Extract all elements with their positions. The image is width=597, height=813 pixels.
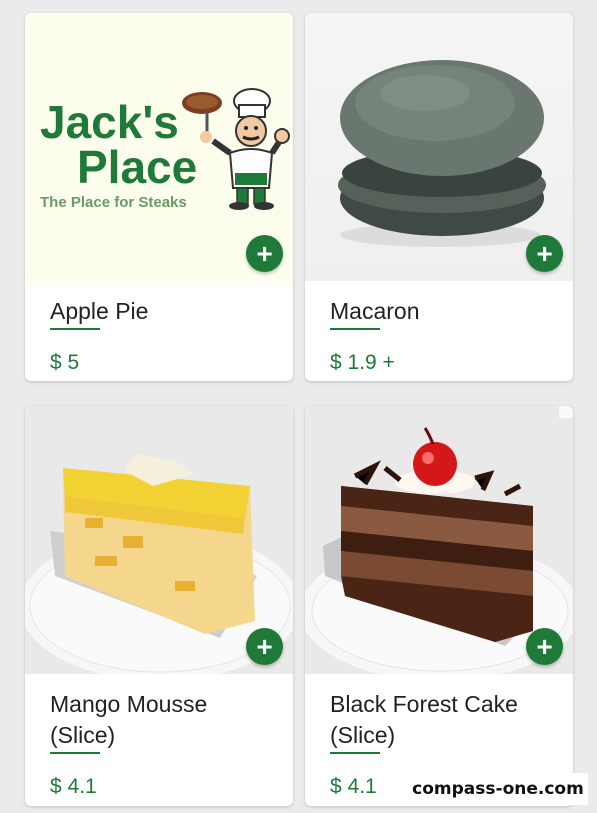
add-to-cart-button[interactable]: +: [526, 235, 563, 272]
product-name: Mango Mousse (Slice): [50, 689, 277, 751]
name-underline: [330, 328, 380, 330]
product-price: $ 1.9 +: [330, 351, 395, 374]
product-name: Black Forest Cake (Slice): [330, 689, 557, 751]
product-name-line2: (Slice): [330, 722, 396, 748]
name-underline: [330, 752, 380, 754]
add-to-cart-button[interactable]: +: [246, 628, 283, 665]
product-name-line2: (Slice): [50, 722, 116, 748]
product-price: $ 4.1: [50, 775, 97, 798]
name-underline: [50, 328, 100, 330]
product-name-line1: Macaron: [330, 298, 420, 324]
add-to-cart-button[interactable]: +: [246, 235, 283, 272]
logo-tagline: The Place for Steaks: [40, 194, 187, 211]
plus-icon: +: [256, 630, 273, 662]
product-card-apple-pie[interactable]: Jack's Place The Place for Steaks + Appl…: [25, 13, 293, 381]
product-card-mango-mousse[interactable]: + Mango Mousse (Slice) $ 4.1: [25, 406, 293, 806]
name-underline: [50, 752, 100, 754]
product-name-line1: Apple Pie: [50, 298, 149, 324]
product-price: $ 5: [50, 351, 80, 374]
plus-icon: +: [536, 237, 553, 269]
chef-mascot-icon: [182, 88, 290, 210]
product-name-line1: Mango Mousse: [50, 691, 208, 717]
product-price: $ 4.1: [330, 775, 377, 798]
plus-icon: +: [256, 237, 273, 269]
watermark-label: compass-one.com: [408, 773, 588, 805]
plus-icon: +: [536, 630, 553, 662]
logo-text-place: Place: [77, 141, 197, 193]
product-name-line1: Black Forest Cake: [330, 691, 518, 717]
product-name: Apple Pie: [50, 296, 277, 327]
add-to-cart-button[interactable]: +: [526, 628, 563, 665]
product-card-macaron[interactable]: + Macaron $ 1.9 +: [305, 13, 573, 381]
product-card-black-forest-cake[interactable]: + Black Forest Cake (Slice) $ 4.1: [305, 406, 573, 806]
product-name: Macaron: [330, 296, 557, 327]
product-grid: Jack's Place The Place for Steaks + Appl…: [0, 0, 597, 813]
